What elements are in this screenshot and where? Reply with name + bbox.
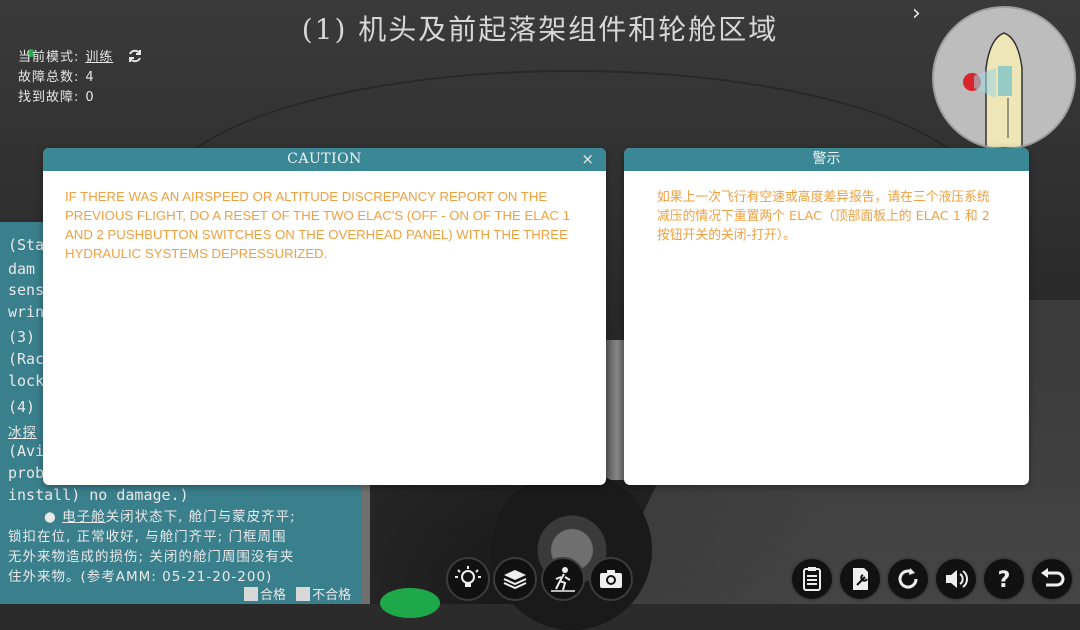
fault-total-label: 故障总数: xyxy=(18,70,80,85)
reset-icon xyxy=(898,568,918,589)
mode-label: 当前模式: xyxy=(18,50,80,65)
found-fault-value: 0 xyxy=(85,90,95,105)
chevron-right-icon[interactable]: › xyxy=(912,3,930,25)
refresh-icon[interactable] xyxy=(127,48,143,64)
warning-dialog-title: 警示 xyxy=(624,148,1029,171)
layers-button[interactable] xyxy=(493,557,537,601)
camera-icon xyxy=(600,570,622,588)
fault-total-value: 4 xyxy=(85,70,95,85)
tool-manual-button[interactable] xyxy=(838,557,882,601)
mode-info: 当前模式: 训练 故障总数: 4 找到故障: 0 xyxy=(18,48,143,108)
hint-button[interactable] xyxy=(446,557,490,601)
screenshot-button[interactable] xyxy=(589,557,633,601)
task-line: (Sta xyxy=(8,236,45,254)
task-paragraph-line: 无外来物造成的损伤; 关闭的舱门周围没有夹 xyxy=(8,549,295,565)
task-line[interactable]: 冰探 xyxy=(8,421,37,441)
help-icon: ? xyxy=(998,568,1011,593)
task-list-button[interactable] xyxy=(790,557,834,601)
caution-dialog-title: CAUTION xyxy=(43,148,606,171)
electronic-bay-link[interactable]: 电子舱 xyxy=(62,509,106,525)
task-line: lock xyxy=(8,372,45,390)
task-line: install) no damage.) xyxy=(8,486,189,504)
task-line: (4) xyxy=(8,398,36,416)
warning-dialog: 警示 如果上一次飞行有空速或高度差异报告，请在三个液压系统减压的情况下重置两个 … xyxy=(624,148,1029,485)
back-button[interactable] xyxy=(1030,557,1074,601)
bullet-text: 关闭状态下, 舱门与蒙皮齐平; xyxy=(105,509,296,525)
volume-icon xyxy=(946,570,968,588)
fail-checkbox[interactable]: 不合格 xyxy=(296,587,352,603)
minimap[interactable] xyxy=(932,6,1076,150)
mode-value-link[interactable]: 训练 xyxy=(85,50,113,65)
caution-text: IF THERE WAS AN AIRSPEED OR ALTITUDE DIS… xyxy=(65,189,570,261)
lightbulb-icon xyxy=(455,566,481,587)
back-icon xyxy=(1041,568,1065,587)
walk-button[interactable] xyxy=(541,557,585,601)
task-line: dam xyxy=(8,260,36,278)
green-marker xyxy=(380,588,440,618)
aircraft-map-icon xyxy=(963,32,1023,148)
tool-manual-icon xyxy=(853,568,868,590)
fail-label: 不合格 xyxy=(312,588,352,603)
clipboard-icon xyxy=(803,567,821,591)
caution-dialog: CAUTION × IF THERE WAS AN AIRSPEED OR AL… xyxy=(43,148,606,485)
reset-button[interactable] xyxy=(886,557,930,601)
task-line: (Avi xyxy=(8,442,45,460)
task-line: prob xyxy=(8,464,45,482)
task-paragraph-line: 锁扣在位, 正常收好, 与舱门齐平; 门框周围 xyxy=(8,529,287,545)
task-line: sens xyxy=(8,281,45,299)
close-icon[interactable]: × xyxy=(581,148,594,171)
result-checkboxes: 合格 不合格 xyxy=(244,584,357,603)
help-button[interactable]: ? xyxy=(982,557,1026,601)
bullet-item: ● 电子舱关闭状态下, 舱门与蒙皮齐平; xyxy=(44,509,296,525)
pass-checkbox[interactable]: 合格 xyxy=(244,587,287,603)
found-fault-label: 找到故障: xyxy=(18,90,80,105)
pass-label: 合格 xyxy=(260,588,287,603)
task-line: wrin xyxy=(8,303,45,321)
volume-button[interactable] xyxy=(934,557,978,601)
svg-text:?: ? xyxy=(998,568,1011,593)
task-line: (Rac xyxy=(8,350,45,368)
task-line: (3) xyxy=(8,328,36,346)
layers-icon xyxy=(503,570,527,590)
warning-text: 如果上一次飞行有空速或高度差异报告，请在三个液压系统减压的情况下重置两个 ELA… xyxy=(657,190,990,243)
nose-wheel[interactable] xyxy=(492,470,652,630)
task-paragraph-line: 住外来物。(参考AMM: 05-21-20-200) xyxy=(8,569,273,585)
walk-icon xyxy=(551,567,575,592)
